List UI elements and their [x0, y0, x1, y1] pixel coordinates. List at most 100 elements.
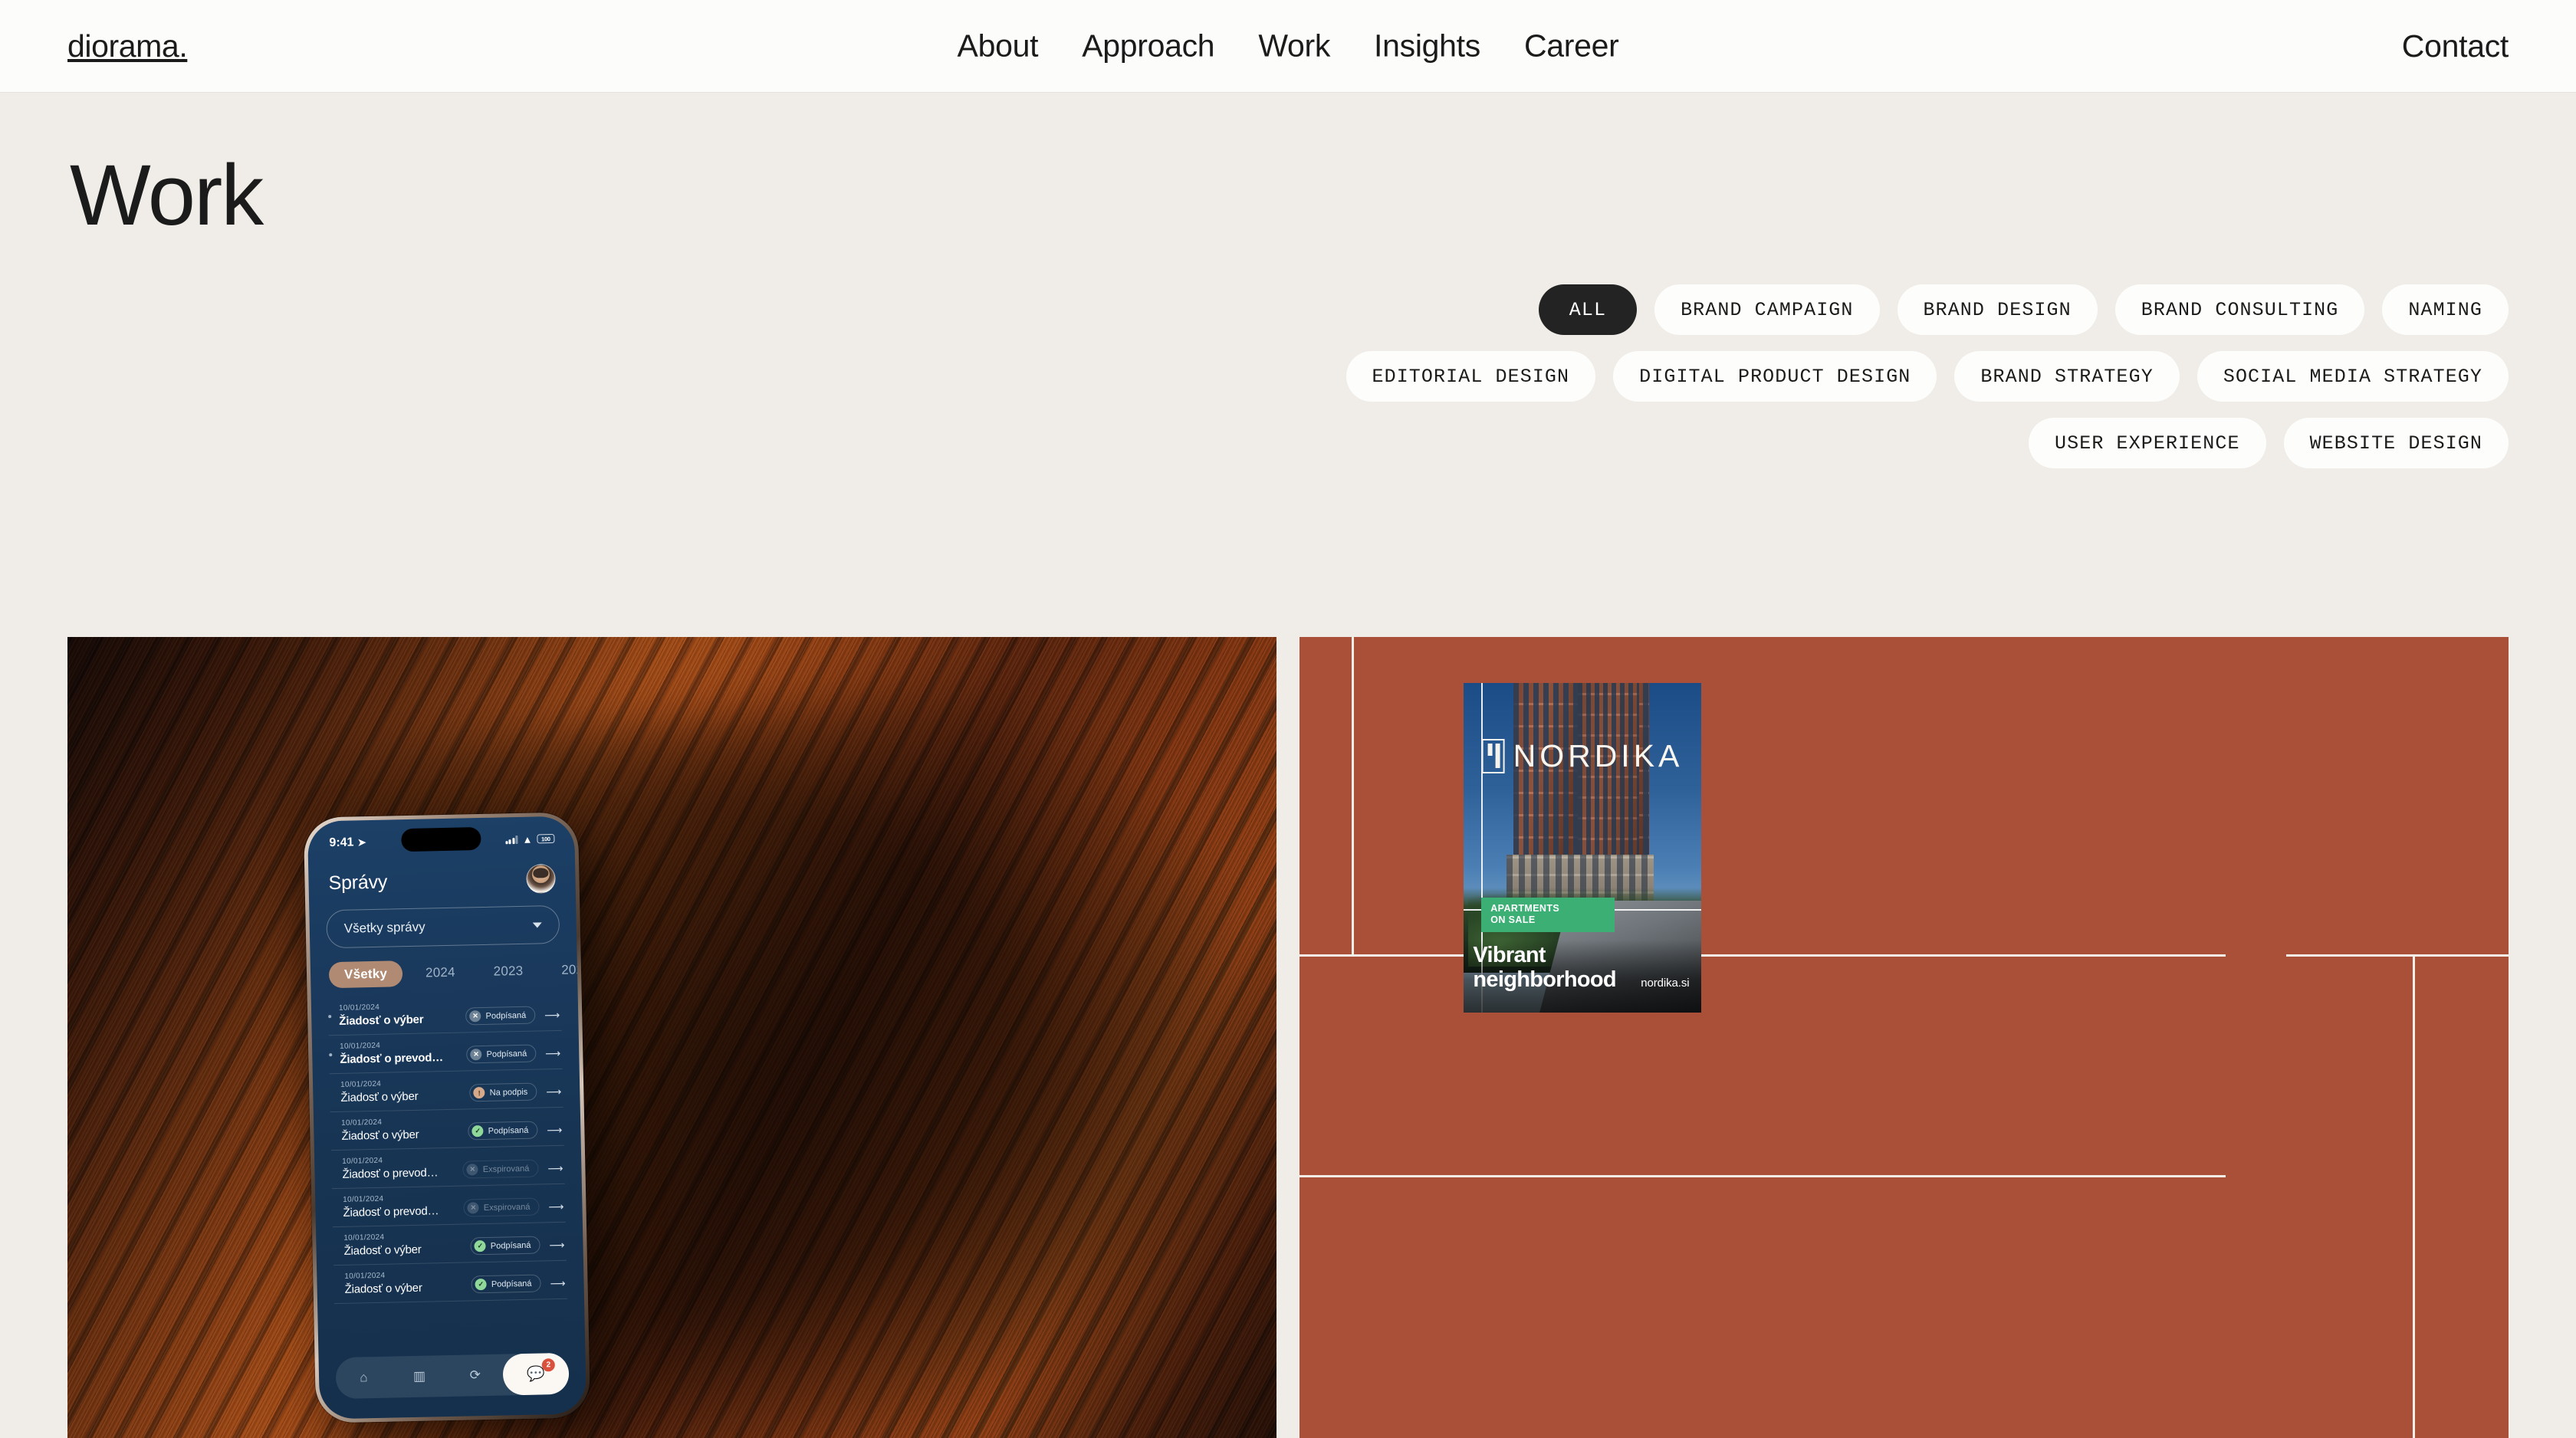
filter-pill-digital-product-design[interactable]: DIGITAL PRODUCT DESIGN [1613, 351, 1937, 402]
message-row[interactable]: 10/01/2024 Žiadosť o výber ✕ Podpísaná ⟶ [327, 992, 562, 1036]
sync-icon: ⟳ [469, 1367, 481, 1383]
nordika-poster: NORDIKA APARTMENTS ON SALE Vibrant neigh… [1464, 683, 1701, 1013]
status-badge: ! Na podpis [469, 1082, 537, 1102]
tab-chat[interactable]: 💬 2 [502, 1352, 570, 1396]
status-icon: ✓ [475, 1278, 488, 1291]
filter-pill-label: EDITORIAL DESIGN [1372, 365, 1570, 388]
arrow-right-icon[interactable]: ⟶ [550, 1276, 565, 1289]
filter-pill-label: SOCIAL MEDIA STRATEGY [2223, 365, 2482, 388]
message-date: 10/01/2024 [343, 1233, 385, 1243]
arrow-right-icon[interactable]: ⟶ [547, 1161, 563, 1174]
filter-pill-label: BRAND STRATEGY [1980, 365, 2154, 388]
tab-reports[interactable]: ▥ [392, 1368, 448, 1385]
nordika-logo: NORDIKA [1481, 739, 1684, 774]
tab-sync[interactable]: ⟳ [447, 1367, 503, 1384]
message-title: Žiadosť o prevod… [340, 1051, 444, 1066]
select-value: Všetky správy [343, 919, 426, 936]
home-icon: ⌂ [360, 1370, 368, 1385]
status-time: 9:41 [329, 836, 354, 850]
status-label: Podpísaná [485, 1010, 527, 1021]
filter-pill-editorial-design[interactable]: EDITORIAL DESIGN [1346, 351, 1596, 402]
message-title: Žiadosť o výber [341, 1128, 419, 1143]
filter-pill-brand-strategy[interactable]: BRAND STRATEGY [1954, 351, 2180, 402]
message-date: 10/01/2024 [342, 1156, 383, 1166]
year-tab-2023[interactable]: 2023 [478, 957, 538, 985]
status-badge: ✕ Podpísaná [465, 1006, 536, 1026]
status-icon: ✓ [472, 1125, 484, 1138]
arrow-right-icon[interactable]: ⟶ [547, 1123, 562, 1135]
year-tab-2024[interactable]: 2024 [410, 959, 471, 987]
wood-highlight-overlay [67, 637, 1276, 1438]
nav-item-about[interactable]: About [958, 28, 1039, 64]
filter-pill-label: WEBSITE DESIGN [2309, 432, 2482, 455]
year-tab-2022[interactable]: 2022 [546, 957, 586, 984]
filter-pill-label: ALL [1569, 298, 1607, 321]
sale-line-1: APARTMENTS [1490, 902, 1560, 914]
nav-item-contact[interactable]: Contact [2402, 28, 2509, 64]
chevron-down-icon [532, 921, 542, 928]
message-date: 10/01/2024 [339, 1041, 381, 1051]
filter-pill-user-experience[interactable]: USER EXPERIENCE [2029, 418, 2266, 468]
filter-pill-brand-consulting[interactable]: BRAND CONSULTING [2114, 284, 2365, 335]
filter-pill-website-design[interactable]: WEBSITE DESIGN [2283, 418, 2509, 468]
message-title: Žiadosť o výber [340, 1089, 419, 1105]
status-icon: ✕ [470, 1049, 482, 1061]
chart-icon: ▥ [412, 1368, 426, 1384]
project-card-nordika[interactable]: NORDIKA APARTMENTS ON SALE Vibrant neigh… [1300, 637, 2509, 1438]
grid-line-horizontal-upper [1300, 954, 2226, 957]
bottom-tab-bar: ⌂ ▥ ⟳ 💬 2 [335, 1352, 570, 1400]
filter-pill-label: BRAND CONSULTING [2141, 298, 2339, 321]
filter-pill-social-media-strategy[interactable]: SOCIAL MEDIA STRATEGY [2196, 351, 2509, 402]
status-icon: ! [473, 1086, 485, 1099]
year-tab-všetky[interactable]: Všetky [328, 960, 403, 989]
site-header: diorama. About Approach Work Insights Ca… [0, 0, 2576, 93]
tab-home[interactable]: ⌂ [336, 1370, 392, 1387]
filter-pill-brand-campaign[interactable]: BRAND CAMPAIGN [1654, 284, 1880, 335]
status-icon: ✕ [466, 1164, 478, 1176]
nav-item-work[interactable]: Work [1258, 28, 1330, 64]
status-icon: ✕ [469, 1010, 481, 1023]
avatar[interactable] [526, 863, 556, 894]
nav-item-approach[interactable]: Approach [1082, 28, 1214, 64]
brand-logo[interactable]: diorama. [67, 28, 188, 64]
filter-pill-all[interactable]: ALL [1538, 284, 1638, 335]
filter-pill-label: NAMING [2408, 298, 2482, 321]
message-row[interactable]: 10/01/2024 Žiadosť o prevod… ✕ Exspirovaná ⟶ [331, 1184, 566, 1228]
sale-line-2: ON SALE [1490, 914, 1536, 926]
battery-icon: 100 [537, 833, 555, 844]
filter-pill-brand-design[interactable]: BRAND DESIGN [1897, 284, 2098, 335]
message-row[interactable]: 10/01/2024 Žiadosť o výber ✓ Podpísaná ⟶ [334, 1260, 567, 1305]
nav-item-career[interactable]: Career [1524, 28, 1619, 64]
phone-screen: 9:41 ➤ ▲ 100 Správy Všetky správy Všetky… [307, 816, 587, 1420]
app-title: Správy [328, 871, 388, 894]
main-nav: About Approach Work Insights Career [958, 28, 1619, 64]
nav-item-insights[interactable]: Insights [1374, 28, 1480, 64]
message-filter-select[interactable]: Všetky správy [326, 904, 560, 949]
arrow-right-icon[interactable]: ⟶ [548, 1200, 564, 1212]
filter-pill-group: ALL BRAND CAMPAIGN BRAND DESIGN BRAND CONSU… [1283, 284, 2509, 468]
message-row[interactable]: 10/01/2024 Žiadosť o prevod… ✕ Podpísaná ⟶ [328, 1030, 563, 1075]
arrow-right-icon[interactable]: ⟶ [545, 1046, 560, 1059]
headline-line-1: Vibrant [1473, 943, 1546, 968]
message-title: Žiadosť o prevod… [343, 1204, 439, 1220]
status-badge: ✓ Podpísaná [468, 1121, 538, 1141]
message-row[interactable]: 10/01/2024 Žiadosť o prevod… ✕ Exspirovaná ⟶ [330, 1145, 565, 1190]
project-grid: 9:41 ➤ ▲ 100 Správy Všetky správy Všetky… [67, 637, 2509, 1438]
message-row[interactable]: 10/01/2024 Žiadosť o výber! Na podpis ⟶ [329, 1069, 564, 1113]
status-icon: ✓ [474, 1239, 486, 1253]
message-date: 10/01/2024 [341, 1118, 383, 1128]
message-row[interactable]: 10/01/2024 Žiadosť o výber ✓ Podpísaná ⟶ [332, 1222, 567, 1266]
arrow-right-icon[interactable]: ⟶ [544, 1008, 560, 1020]
arrow-right-icon[interactable]: ⟶ [546, 1085, 561, 1097]
filter-pill-naming[interactable]: NAMING [2382, 284, 2509, 335]
phone-mockup: 9:41 ➤ ▲ 100 Správy Všetky správy Všetky… [303, 812, 591, 1423]
arrow-right-icon[interactable]: ⟶ [549, 1238, 564, 1250]
grid-line-vertical-right [2413, 954, 2415, 1438]
status-label: Exspirovaná [482, 1164, 530, 1174]
message-row[interactable]: 10/01/2024 Žiadosť o výber ✓ Podpísaná ⟶ [330, 1107, 564, 1151]
unread-dot [328, 1014, 332, 1018]
message-title: Žiadosť o výber [344, 1281, 422, 1296]
filter-pill-label: BRAND CAMPAIGN [1681, 298, 1854, 321]
project-card-spravy[interactable]: 9:41 ➤ ▲ 100 Správy Všetky správy Všetky… [67, 637, 1276, 1438]
message-list: 10/01/2024 Žiadosť o výber ✕ Podpísaná ⟶ 10/0… [327, 992, 567, 1305]
